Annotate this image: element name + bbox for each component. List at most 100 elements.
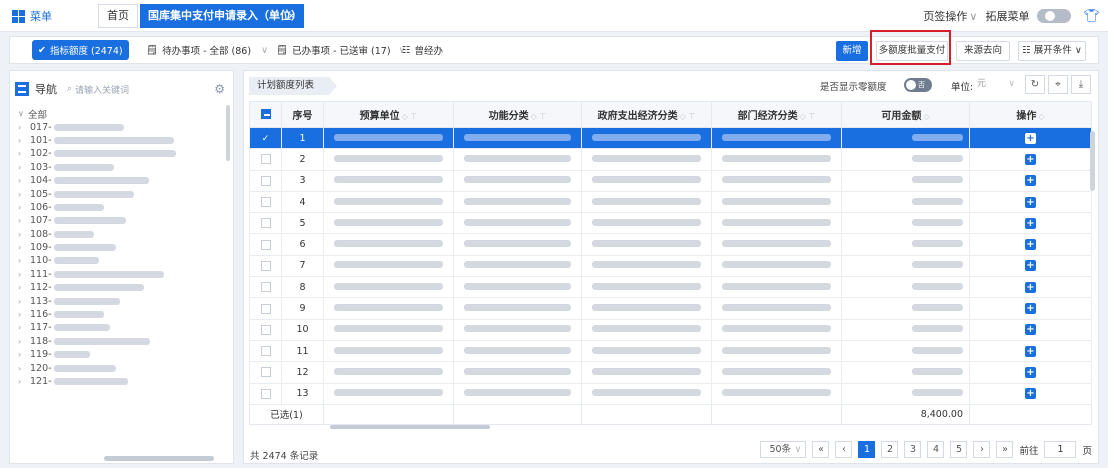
page-ops-menu[interactable]: 页签操作 ∨ xyxy=(923,8,977,24)
tree-item[interactable]: › 102- xyxy=(18,147,233,160)
plus-icon[interactable]: + xyxy=(1025,324,1036,336)
show-zero-toggle[interactable]: 否 xyxy=(904,78,932,92)
table-row[interactable]: 3 + xyxy=(249,169,1092,192)
row-action[interactable]: + xyxy=(969,212,1092,235)
sidebar-search-input[interactable]: ⌕ 请输入关键词 xyxy=(67,81,215,97)
tab-payment-entry[interactable]: 国库集中支付申请录入（单位） × xyxy=(140,4,304,28)
row-action[interactable]: + xyxy=(969,318,1092,341)
table-row[interactable]: 4 + xyxy=(249,190,1092,214)
tree-item[interactable]: › 109- xyxy=(18,241,233,254)
plus-icon[interactable]: + xyxy=(1025,366,1036,378)
plus-icon[interactable]: + xyxy=(1025,260,1036,272)
col-dept-econ-class[interactable]: 部门经济分类 ◇ ⊤ xyxy=(711,101,842,128)
row-action[interactable]: + xyxy=(969,148,1092,171)
prev-page-button[interactable]: ‹ xyxy=(835,441,853,458)
row-checkbox[interactable] xyxy=(249,382,282,405)
select-all-checkbox[interactable] xyxy=(249,101,282,128)
plus-icon[interactable]: + xyxy=(1025,388,1036,400)
tree-item[interactable]: › 117- xyxy=(18,321,233,334)
tree-item[interactable]: › 101- xyxy=(18,134,233,147)
plus-icon[interactable]: + xyxy=(1025,196,1036,208)
page-size-select[interactable]: 50条 ∨ xyxy=(760,441,807,458)
tree-item[interactable]: › 113- xyxy=(18,294,233,307)
plus-icon[interactable]: + xyxy=(1025,281,1036,293)
row-checkbox[interactable] xyxy=(249,361,282,384)
row-checkbox[interactable] xyxy=(249,339,282,363)
tree-item[interactable]: › 121- xyxy=(18,375,233,388)
tree-item[interactable]: › 017- xyxy=(18,120,233,133)
tree-item[interactable]: › 116- xyxy=(18,308,233,321)
table-row[interactable]: ✓ 1 + xyxy=(249,126,1092,150)
tree-item[interactable]: › 119- xyxy=(18,348,233,361)
page-4-button[interactable]: 4 xyxy=(927,441,945,458)
sidebar-hscrollbar[interactable] xyxy=(104,456,214,461)
page-5-button[interactable]: 5 xyxy=(950,441,968,458)
theme-shirt-icon[interactable]: 👕︎ xyxy=(1083,9,1100,24)
add-button[interactable]: 新增 xyxy=(836,41,868,61)
table-row[interactable]: 9 + xyxy=(249,297,1092,320)
sidebar-scrollbar[interactable] xyxy=(226,105,230,161)
goto-page-input[interactable]: 1 xyxy=(1044,441,1077,458)
row-action[interactable]: + xyxy=(969,361,1092,384)
tab-home[interactable]: 首页 xyxy=(98,4,138,28)
row-action[interactable]: + xyxy=(969,126,1092,150)
table-hscrollbar[interactable] xyxy=(330,425,490,429)
refresh-icon[interactable]: ↻ xyxy=(1025,75,1045,94)
tree-item[interactable]: › 106- xyxy=(18,201,233,214)
plus-icon[interactable]: + xyxy=(1025,132,1036,144)
col-gov-econ-class[interactable]: 政府支出经济分类 ◇ ⊤ xyxy=(581,101,712,128)
row-action[interactable]: + xyxy=(969,233,1092,256)
tree-item[interactable]: › 103- xyxy=(18,161,233,174)
tree-item[interactable]: › 108- xyxy=(18,228,233,241)
source-dest-button[interactable]: 来源去向 xyxy=(956,41,1010,61)
tree-item[interactable]: › 112- xyxy=(18,281,233,294)
table-vscrollbar[interactable] xyxy=(1090,131,1095,191)
table-row[interactable]: 13 + xyxy=(249,382,1092,405)
last-page-button[interactable]: » xyxy=(996,441,1014,458)
page-3-button[interactable]: 3 xyxy=(904,441,922,458)
plus-icon[interactable]: + xyxy=(1025,345,1036,357)
table-row[interactable]: 10 + xyxy=(249,318,1092,341)
row-action[interactable]: + xyxy=(969,297,1092,320)
next-page-button[interactable]: › xyxy=(973,441,991,458)
table-row[interactable]: 6 + xyxy=(249,233,1092,256)
fullscreen-icon[interactable]: ⌖ xyxy=(1048,75,1068,94)
row-action[interactable]: + xyxy=(969,190,1092,214)
col-available-amount[interactable]: 可用金额 ◇ xyxy=(841,101,970,128)
row-checkbox[interactable] xyxy=(249,318,282,341)
tree-root[interactable]: ∨ 全部 xyxy=(18,107,233,121)
row-checkbox[interactable] xyxy=(249,233,282,256)
row-checkbox[interactable] xyxy=(249,148,282,171)
row-checkbox[interactable] xyxy=(249,254,282,278)
row-checkbox[interactable] xyxy=(249,212,282,235)
table-row[interactable]: 8 + xyxy=(249,276,1092,299)
page-2-button[interactable]: 2 xyxy=(881,441,899,458)
filter-quota[interactable]: ✔ 指标额度 (2474) xyxy=(32,40,129,60)
tree-item[interactable]: › 105- xyxy=(18,187,233,200)
filter-todo[interactable]: 🗒︎ 待办事项 - 全部 (86) ∨ xyxy=(140,40,274,60)
ext-menu-toggle[interactable] xyxy=(1037,9,1072,23)
first-page-button[interactable]: « xyxy=(812,441,830,458)
expand-conditions-button[interactable]: ☷ 展开条件 ∨ xyxy=(1018,41,1086,61)
table-row[interactable]: 5 + xyxy=(249,212,1092,235)
col-budget-unit[interactable]: 预算单位 ◇ ⊤ xyxy=(323,101,454,128)
plus-icon[interactable]: + xyxy=(1025,175,1036,187)
table-row[interactable]: 11 + xyxy=(249,339,1092,363)
unit-select[interactable]: 元 ∨ xyxy=(975,76,1015,93)
col-function-class[interactable]: 功能分类 ◇ ⊤ xyxy=(453,101,582,128)
table-row[interactable]: 2 + xyxy=(249,148,1092,171)
row-checkbox[interactable]: ✓ xyxy=(249,126,282,150)
page-1-button[interactable]: 1 xyxy=(858,441,876,458)
close-icon[interactable]: × xyxy=(287,4,296,28)
tree-item[interactable]: › 110- xyxy=(18,254,233,267)
menu-button[interactable]: 菜单 xyxy=(12,8,52,24)
row-checkbox[interactable] xyxy=(249,169,282,192)
filter-handled[interactable]: ☷ 曾经办 xyxy=(396,40,449,60)
plus-icon[interactable]: + xyxy=(1025,239,1036,251)
tree-item[interactable]: › 104- xyxy=(18,174,233,187)
row-action[interactable]: + xyxy=(969,276,1092,299)
table-row[interactable]: 12 + xyxy=(249,361,1092,384)
row-action[interactable]: + xyxy=(969,382,1092,405)
row-action[interactable]: + xyxy=(969,169,1092,192)
plus-icon[interactable]: + xyxy=(1025,303,1036,315)
